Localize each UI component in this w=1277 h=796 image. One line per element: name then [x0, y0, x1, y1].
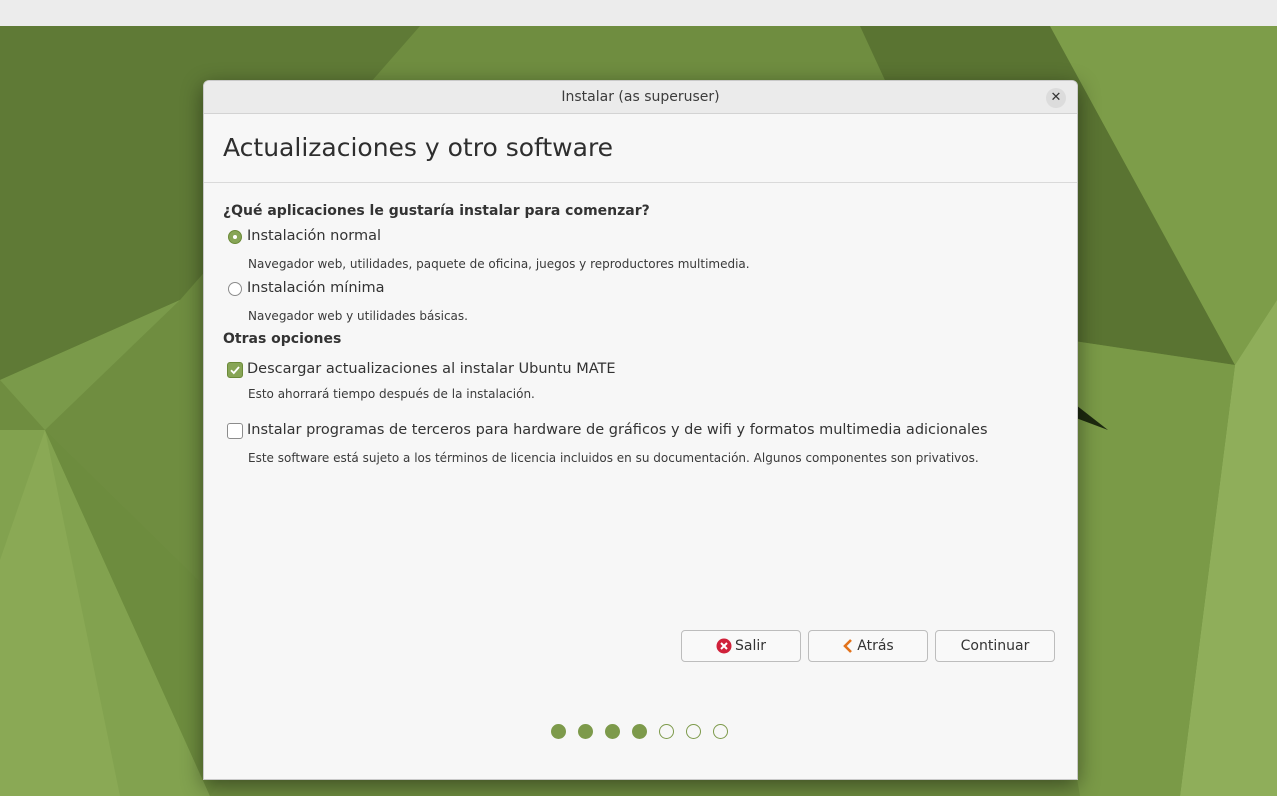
page-title: Actualizaciones y otro software [223, 133, 614, 162]
step-dot-4 [632, 724, 647, 739]
step-dot-6 [686, 724, 701, 739]
title-bar[interactable]: Instalar (as superuser) ✕ [204, 81, 1077, 114]
other-options-heading: Otras opciones [223, 331, 342, 347]
top-panel [0, 0, 1277, 27]
continue-button-label: Continuar [960, 638, 1030, 654]
step-dot-7 [713, 724, 728, 739]
normal-install-description: Navegador web, utilidades, paquete de of… [248, 257, 750, 271]
checkmark-icon [230, 366, 240, 375]
quit-button-label: Salir [734, 638, 766, 654]
minimal-install-label[interactable]: Instalación mínima [247, 280, 385, 296]
back-button-label: Atrás [857, 638, 894, 654]
continue-button[interactable]: Continuar [935, 630, 1055, 662]
normal-install-label[interactable]: Instalación normal [247, 228, 381, 244]
quit-icon [716, 638, 732, 654]
step-dot-3 [605, 724, 620, 739]
third-party-software-checkbox[interactable] [227, 423, 243, 439]
window-title: Instalar (as superuser) [561, 89, 720, 105]
page-header: Actualizaciones y otro software [204, 114, 1077, 183]
installer-window: Instalar (as superuser) ✕ Actualizacione… [203, 80, 1078, 780]
download-updates-checkbox[interactable] [227, 362, 243, 378]
back-button[interactable]: Atrás [808, 630, 928, 662]
close-icon: ✕ [1050, 90, 1062, 105]
quit-button[interactable]: Salir [681, 630, 801, 662]
step-dot-5 [659, 724, 674, 739]
minimal-install-description: Navegador web y utilidades básicas. [248, 309, 468, 323]
third-party-software-label[interactable]: Instalar programas de terceros para hard… [247, 422, 988, 438]
step-dot-2 [578, 724, 593, 739]
normal-install-radio[interactable] [228, 230, 242, 244]
third-party-software-description: Este software está sujeto a los términos… [248, 451, 979, 465]
apps-question: ¿Qué aplicaciones le gustaría instalar p… [223, 203, 650, 219]
chevron-left-icon [842, 638, 854, 654]
download-updates-description: Esto ahorrará tiempo después de la insta… [248, 387, 535, 401]
minimal-install-radio[interactable] [228, 282, 242, 296]
download-updates-label[interactable]: Descargar actualizaciones al instalar Ub… [247, 361, 616, 377]
step-dot-1 [551, 724, 566, 739]
close-button[interactable]: ✕ [1046, 88, 1066, 108]
